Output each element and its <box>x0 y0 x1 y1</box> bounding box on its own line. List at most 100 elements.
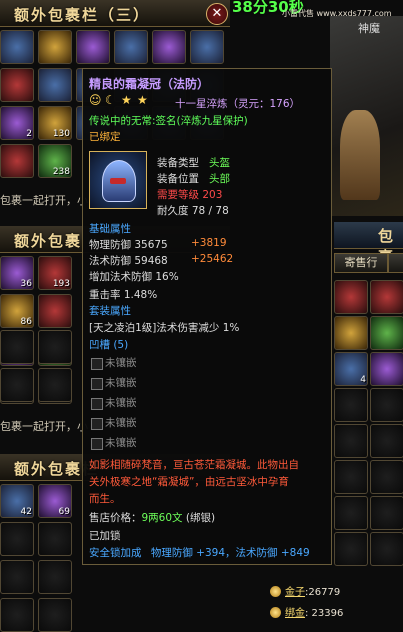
gold-row: 金子:26779 <box>270 583 340 598</box>
empty-slot[interactable] <box>370 532 403 566</box>
stack-count: 193 <box>52 279 70 289</box>
base-attr-header: 基础属性 <box>89 223 131 235</box>
empty-slot[interactable] <box>38 330 72 364</box>
item-description-2: 关外极寒之地“霜凝城”，由远古坚冰中孕育 <box>89 476 289 488</box>
consignment-tab[interactable]: 寄售行 <box>334 253 388 273</box>
bound-gold-value: : 23396 <box>305 608 344 619</box>
stack-count: 86 <box>20 317 32 327</box>
right-slot[interactable] <box>370 316 403 350</box>
empty-slot[interactable] <box>334 496 368 530</box>
scene-label: 神魔 <box>358 22 380 35</box>
socket-1: 未镶嵌 <box>105 357 137 369</box>
bag2-title: 额外包裹 <box>14 232 83 250</box>
bag1-slot[interactable]: 2 <box>0 106 34 140</box>
star-icon: ★ <box>121 93 132 107</box>
right-slot[interactable] <box>334 280 368 314</box>
bound-gold-label[interactable]: 绑金 <box>285 608 305 619</box>
right-slot[interactable] <box>334 316 368 350</box>
stack-count: 69 <box>58 507 70 517</box>
moon-icon: ☾ <box>105 93 116 107</box>
stack-count: 238 <box>52 167 70 177</box>
bag2-slot[interactable] <box>38 294 72 328</box>
empty-slot[interactable] <box>0 330 34 364</box>
socket-5: 未镶嵌 <box>105 437 137 449</box>
sell-price-value: 9两60文 <box>141 512 183 524</box>
empty-socket-icon <box>91 438 103 450</box>
empty-slot[interactable] <box>334 532 368 566</box>
socket-2: 未镶嵌 <box>105 377 137 389</box>
empty-socket-icon <box>91 358 103 370</box>
gold-label[interactable]: 金子 <box>285 587 305 598</box>
mag-def-bonus: +25462 <box>191 253 234 265</box>
safety-lock-label: 安全锁加成 <box>89 547 142 559</box>
bag1-slot[interactable] <box>76 30 110 64</box>
stack-count: 4 <box>360 375 366 385</box>
mag-def: 法术防御 59468 <box>89 255 168 267</box>
empty-slot[interactable] <box>370 460 403 494</box>
star-icon: ★ <box>137 93 148 107</box>
helmet-visor-icon <box>110 178 126 184</box>
lock-status: 已加锁 <box>89 530 121 542</box>
empty-slot[interactable] <box>334 424 368 458</box>
item-icon-frame <box>89 151 147 209</box>
bound-status: 已绑定 <box>89 131 121 143</box>
socket-3: 未镶嵌 <box>105 397 137 409</box>
empty-slot[interactable] <box>0 598 34 632</box>
watermark-text: 小雷代售 www.xxds777.com <box>282 9 392 18</box>
right-slot[interactable] <box>370 352 403 386</box>
empty-socket-icon <box>91 418 103 430</box>
bag1-slot[interactable] <box>0 144 34 178</box>
stack-count: 2 <box>26 129 32 139</box>
equip-pos-label: 装备位置 <box>157 173 199 185</box>
bag1-slot[interactable] <box>190 30 224 64</box>
bag1-header[interactable]: 额外包裹栏（三） <box>0 0 230 27</box>
empty-slot[interactable] <box>334 460 368 494</box>
empty-slot[interactable] <box>0 560 34 594</box>
item-description-1: 如影相随碎梵音，亘古苍茫霜凝城。此物出自 <box>89 459 299 471</box>
empty-slot[interactable] <box>0 522 34 556</box>
bag1-slot[interactable] <box>114 30 148 64</box>
equip-type-value: 头盔 <box>209 157 230 169</box>
bag3-slot[interactable]: 42 <box>0 484 34 518</box>
bag1-title: 额外包裹栏（三） <box>14 6 151 24</box>
bag1-slot[interactable] <box>0 68 34 102</box>
item-tooltip: 精良的霜凝冠（法防） ☺ ☾ ★ ★ 十一星淬炼（灵元：176） 传说中的无常:… <box>82 68 332 565</box>
right-slot[interactable] <box>370 280 403 314</box>
bag2-slot[interactable]: 193 <box>38 256 72 290</box>
bag1-slot[interactable]: 130 <box>38 106 72 140</box>
right-slot[interactable]: 4 <box>334 352 368 386</box>
safety-lock-value: 物理防御 +394，法术防御 +849 <box>150 547 310 559</box>
phys-def-bonus: +3819 <box>191 237 227 249</box>
sell-price-bind: (绑银) <box>185 512 216 524</box>
sun-icon: ☺ <box>89 93 102 107</box>
close-button[interactable]: ✕ <box>206 3 228 25</box>
empty-slot[interactable] <box>38 522 72 556</box>
bag1-hint: 包裹一起打开，小 <box>0 194 88 207</box>
gold-coin-icon <box>270 586 281 597</box>
character-figure <box>340 110 380 200</box>
empty-slot[interactable] <box>38 368 72 402</box>
gold-value: :26779 <box>305 587 341 598</box>
empty-slot[interactable] <box>38 598 72 632</box>
socket-header: 凹槽 (5) <box>89 339 129 351</box>
item-description-3: 而生。 <box>89 493 121 505</box>
bag1-slot[interactable] <box>38 30 72 64</box>
bag3-slot[interactable]: 69 <box>38 484 72 518</box>
bag2-slot[interactable]: 36 <box>0 256 34 290</box>
bag1-slot[interactable] <box>0 30 34 64</box>
empty-slot[interactable] <box>0 368 34 402</box>
bag2-slot[interactable]: 86 <box>0 294 34 328</box>
bag1-slot[interactable] <box>38 68 72 102</box>
empty-slot[interactable] <box>334 388 368 422</box>
empty-slot[interactable] <box>370 496 403 530</box>
bag1-slot[interactable]: 238 <box>38 144 72 178</box>
empty-slot[interactable] <box>370 388 403 422</box>
tab-extra[interactable] <box>388 253 403 273</box>
bag1-slot[interactable] <box>152 30 186 64</box>
stack-count: 42 <box>20 507 32 517</box>
set-attr-line: [天之凌泊1级]法术伤害减少 1% <box>89 322 240 334</box>
empty-slot[interactable] <box>38 560 72 594</box>
equip-pos-value: 头部 <box>209 173 230 185</box>
empty-slot[interactable] <box>370 424 403 458</box>
bag2-hint: 包裹一起打开，小 <box>0 420 88 433</box>
